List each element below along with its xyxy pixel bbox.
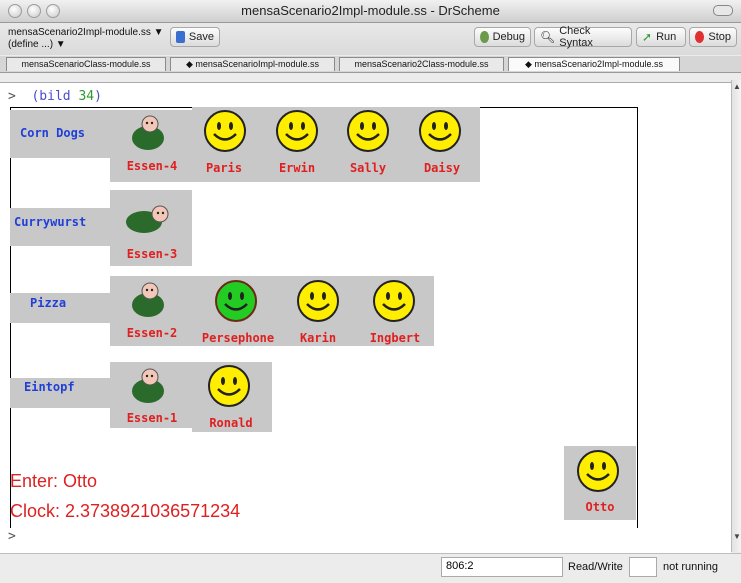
magnifier-icon: 🔍︎ <box>540 30 556 44</box>
toolbar-toggle-button[interactable] <box>713 5 733 16</box>
repl-prompt[interactable]: > <box>8 529 16 544</box>
stop-button[interactable]: Stop <box>689 27 737 47</box>
check-syntax-button[interactable]: 🔍︎ Check Syntax <box>534 25 632 49</box>
guest-label: Daisy <box>423 161 461 175</box>
guest-label: Sally <box>349 161 387 175</box>
clock-status: Clock: 2.3738921036571234 <box>10 501 241 521</box>
server-baby-icon <box>126 205 169 233</box>
window-title: mensaScenario2Impl-module.ss - DrScheme <box>241 3 500 18</box>
guest-label: Paris <box>205 161 243 175</box>
repl-input-line: > (bild 34) <box>8 89 102 104</box>
guest-label: Ingbert <box>369 331 421 345</box>
runner-icon: ➚ <box>642 30 653 44</box>
debug-button[interactable]: Debug <box>474 27 531 47</box>
yellow-smiley-icon <box>208 365 250 407</box>
vertical-scrollbar[interactable] <box>731 80 741 552</box>
run-button[interactable]: ➚ Run <box>636 27 686 47</box>
file-selector[interactable]: mensaScenario2Impl-module.ss ▼ <box>8 27 164 39</box>
yellow-smiley-icon <box>276 110 318 152</box>
running-status: not running <box>663 561 719 573</box>
yellow-smiley-icon <box>204 110 246 152</box>
food-label: Corn Dogs <box>20 126 86 140</box>
cursor-position-field: 806:2 <box>441 557 563 577</box>
food-label: Pizza <box>30 296 67 310</box>
guest-label: Ronald <box>209 416 253 430</box>
server-baby-icon <box>132 282 164 317</box>
food-label: Currywurst <box>14 215 87 229</box>
server-label: Essen-3 <box>126 247 178 261</box>
file-menu[interactable]: mensaScenario2Impl-module.ss ▼ (define .… <box>8 27 164 51</box>
define-menu[interactable]: (define ...) ▼ <box>8 39 164 51</box>
tab-mensa-scenario2-impl[interactable]: ◆ mensaScenario2Impl-module.ss <box>508 57 680 71</box>
scroll-up-icon[interactable]: ▲ <box>733 82 741 91</box>
yellow-smiley-icon <box>577 450 619 492</box>
enter-status: Enter: Otto <box>10 471 98 491</box>
guest-label: Karin <box>299 331 337 345</box>
yellow-smiley-icon <box>297 280 339 322</box>
yellow-smiley-icon <box>347 110 389 152</box>
arriving-guest-label: Otto <box>585 500 615 514</box>
tab-mensa-scenario-class[interactable]: mensaScenarioClass-module.ss <box>6 57 166 71</box>
server-baby-icon <box>132 368 164 403</box>
food-label: Eintopf <box>24 380 75 394</box>
save-icon <box>176 31 185 43</box>
save-button[interactable]: Save <box>170 27 220 47</box>
yellow-smiley-icon <box>373 280 415 322</box>
green-smiley-icon <box>215 280 257 322</box>
scroll-down-icon[interactable]: ▼ <box>733 532 741 541</box>
server-label: Essen-2 <box>126 326 178 340</box>
gc-indicator <box>629 557 657 577</box>
server-baby-icon <box>132 115 164 150</box>
tab-mensa-scenario2-class[interactable]: mensaScenario2Class-module.ss <box>339 57 504 71</box>
bug-icon <box>480 31 489 43</box>
guest-label: Erwin <box>278 161 316 175</box>
guest-label: Persephone <box>201 331 275 345</box>
read-write-status: Read/Write <box>568 561 623 573</box>
server-label: Essen-1 <box>126 411 178 425</box>
yellow-smiley-icon <box>419 110 461 152</box>
tab-mensa-scenario-impl[interactable]: ◆ mensaScenarioImpl-module.ss <box>170 57 335 71</box>
stop-icon <box>695 31 705 43</box>
server-label: Essen-4 <box>126 159 178 173</box>
